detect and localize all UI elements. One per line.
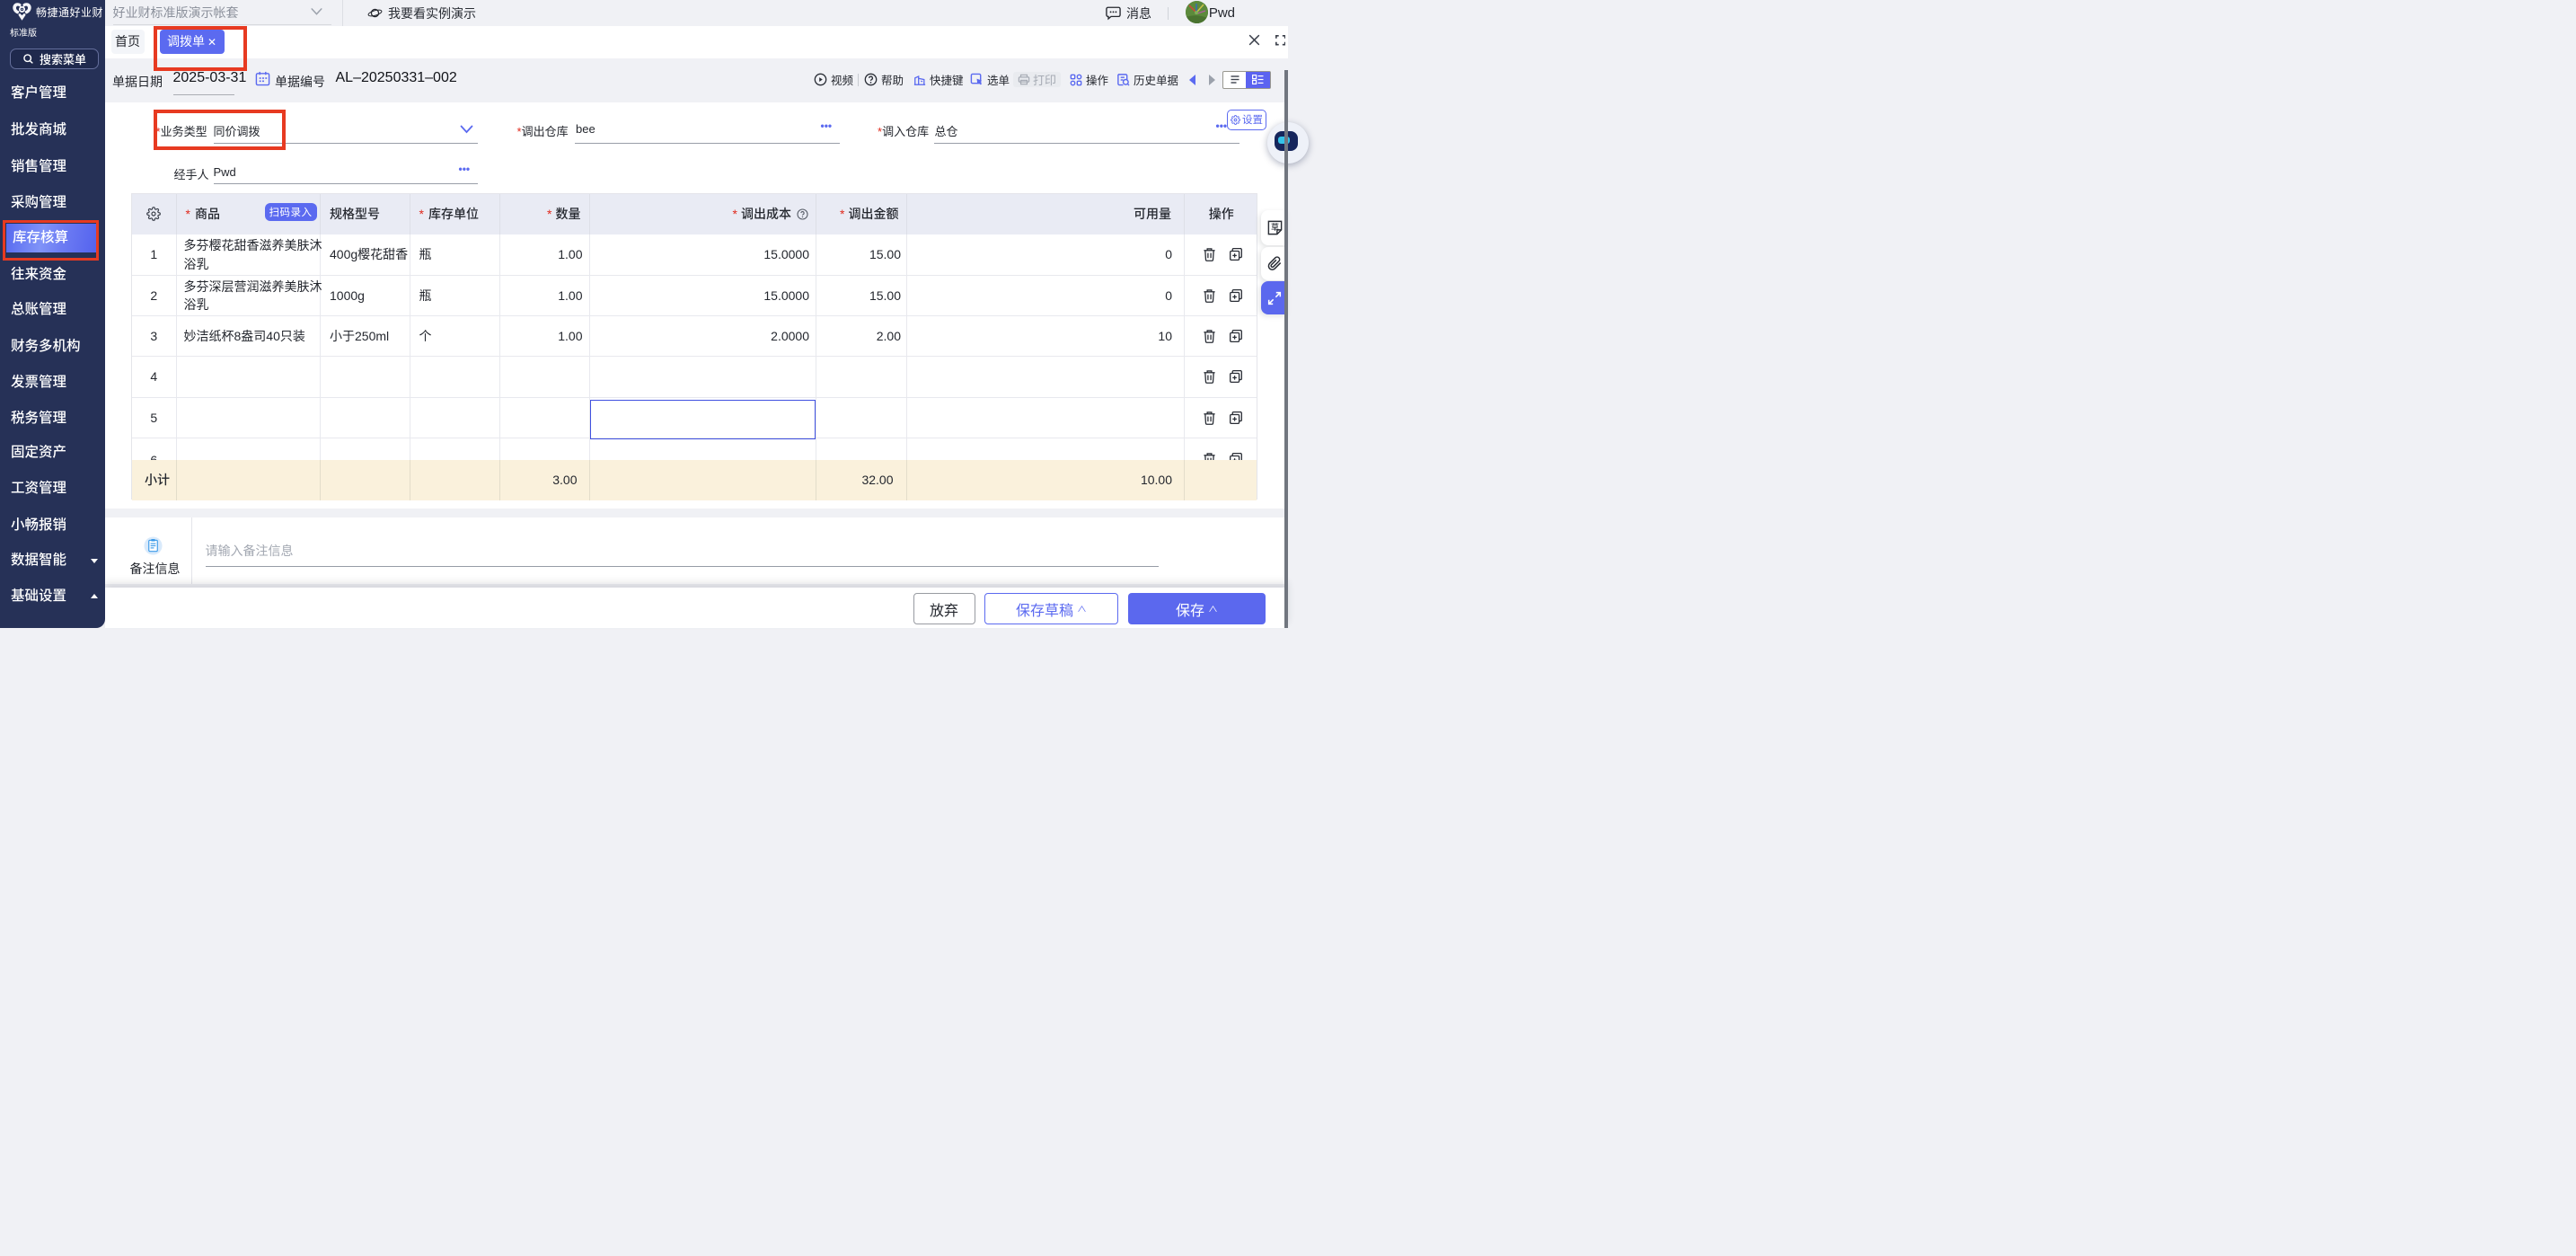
svg-text:草: 草 (1270, 222, 1278, 232)
